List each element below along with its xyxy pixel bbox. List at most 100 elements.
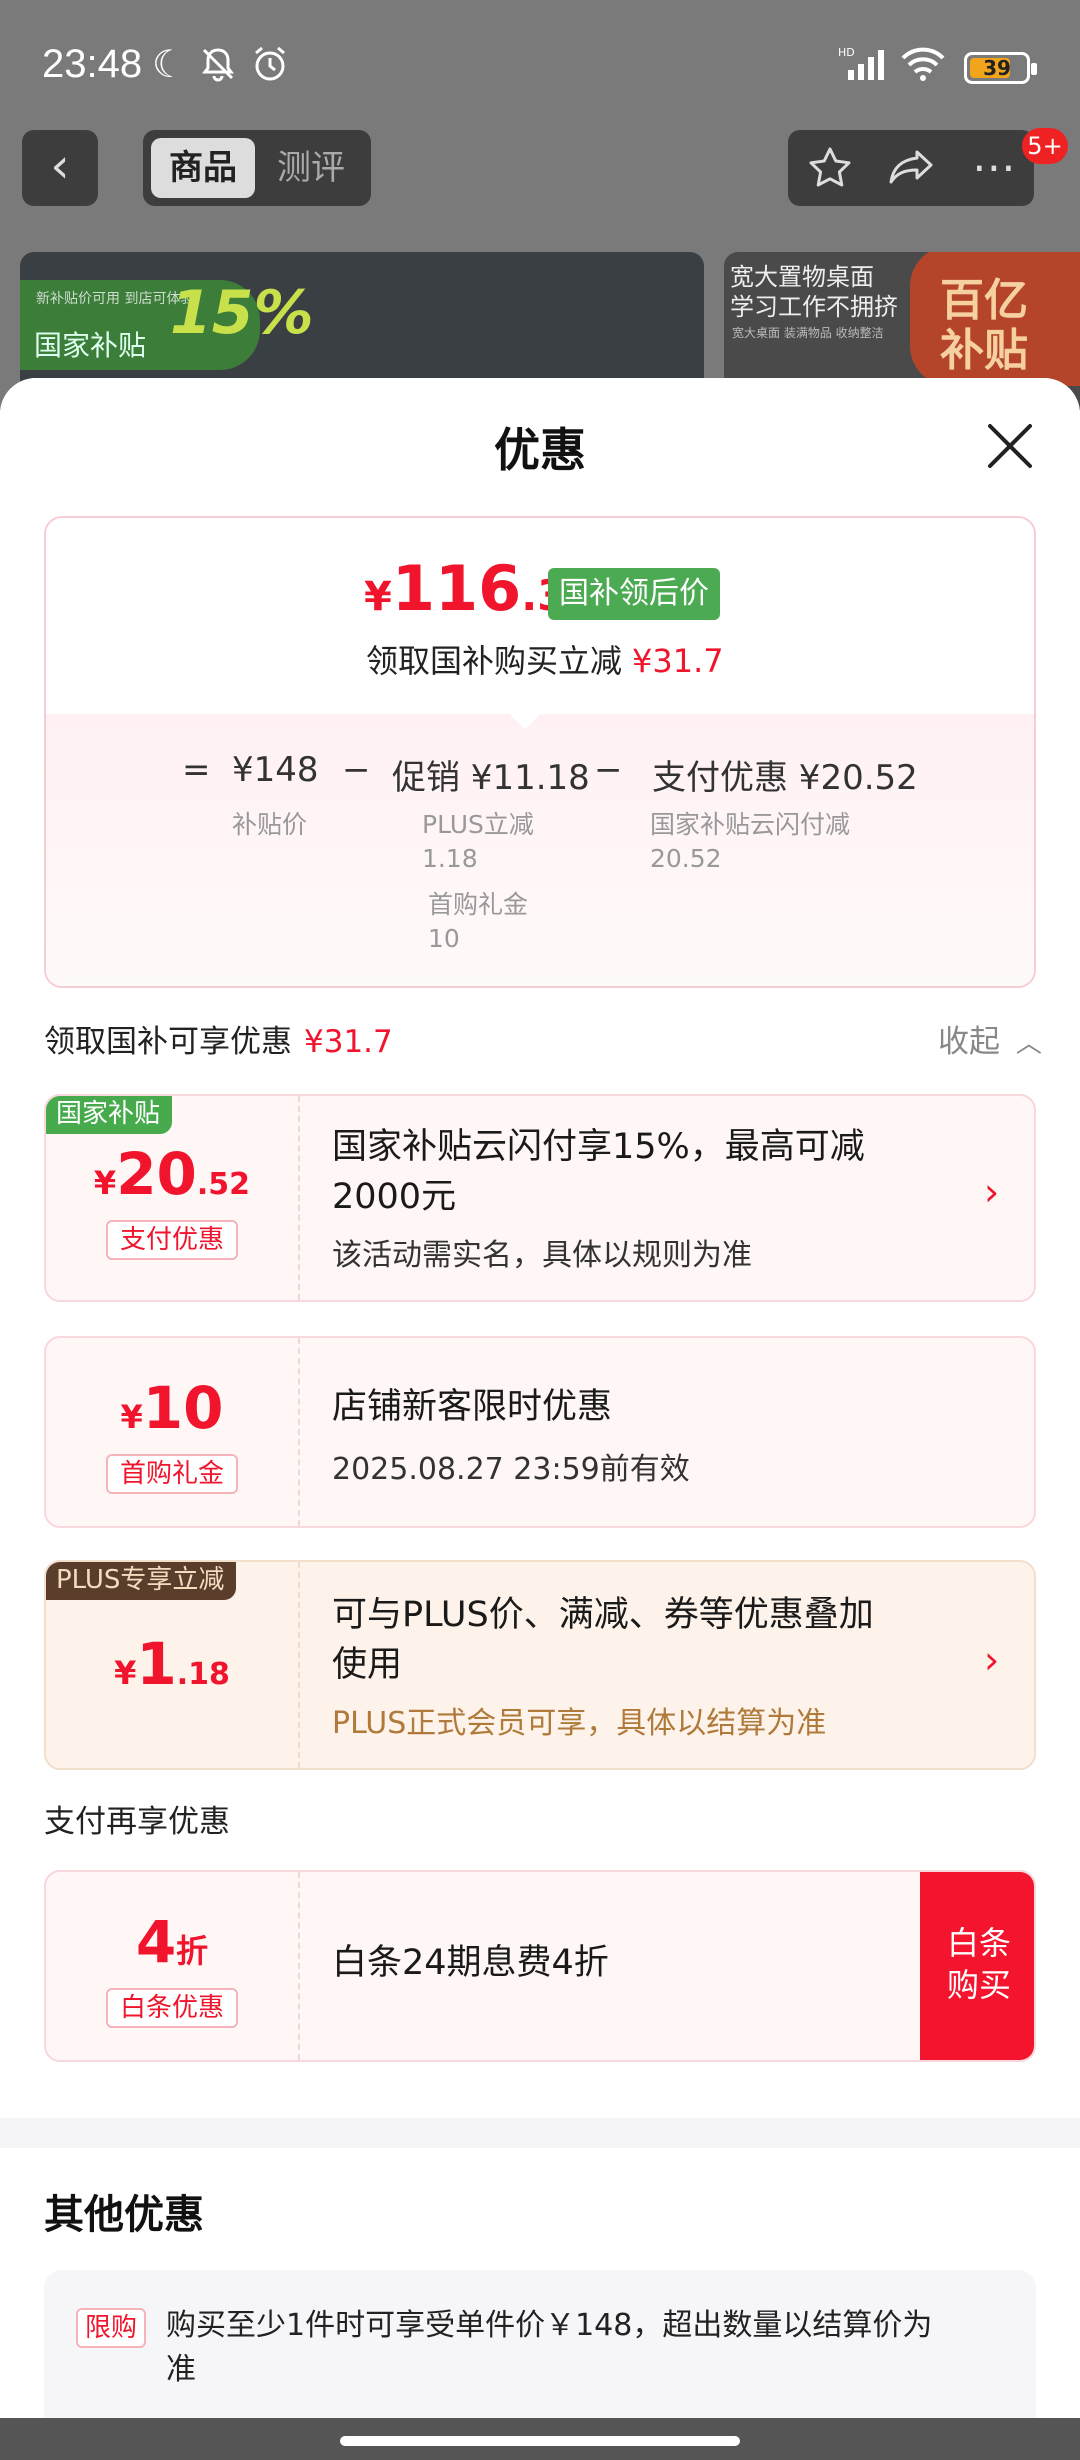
- baitiao-label: 白条优惠: [106, 1988, 238, 2028]
- coupon-label: 支付优惠: [106, 1220, 238, 1260]
- banner-left-percent: 15%: [170, 278, 314, 348]
- coupon-int: 20: [116, 1140, 197, 1208]
- signal-icon: HD: [838, 44, 888, 91]
- coupon-label: 首购礼金: [106, 1454, 238, 1494]
- first-buy-label: 首购礼金: [428, 890, 529, 919]
- minus-sign: −: [594, 750, 623, 790]
- final-price: ¥116.3: [364, 552, 566, 625]
- battery-icon: 39: [964, 52, 1037, 84]
- base-price-label: 补贴价: [232, 810, 308, 839]
- baitiao-title: 白条24期息费4折: [332, 1943, 609, 1983]
- status-time: 23:48: [42, 42, 143, 86]
- moon-icon: ☾: [152, 42, 187, 86]
- tab-group: 商品 测评: [143, 130, 371, 206]
- wifi-icon: [900, 44, 946, 91]
- bell-off-icon: [198, 44, 238, 91]
- sheet-title: 优惠: [494, 423, 586, 477]
- pay-discount: 支付优惠 ¥20.52: [652, 758, 918, 798]
- baitiao-buy-line1: 白条: [946, 1924, 1011, 1962]
- equals-sign: =: [182, 750, 211, 790]
- coupon-amount: ¥10: [46, 1374, 298, 1442]
- baitiao-discount-unit: 折: [176, 1932, 209, 1970]
- save-amount: ¥31.7: [632, 642, 724, 680]
- limit-text: 购买至少1件时可享受单件价￥148，超出数量以结算价为准: [166, 2308, 933, 2387]
- national-subsidy-tag: 国家补贴: [46, 1096, 173, 1134]
- action-group: ⋯: [788, 130, 1034, 206]
- first-buy-value: 10: [428, 924, 460, 953]
- unionpay-discount-value: 20.52: [650, 844, 722, 873]
- billion-subsidy-logo: 百亿补贴: [910, 252, 1080, 386]
- coupon-amount: ¥20.52: [46, 1140, 298, 1208]
- coupon-title: 店铺新客限时优惠: [332, 1387, 613, 1427]
- tab-product[interactable]: 商品: [151, 138, 255, 198]
- alarm-icon: [250, 44, 290, 91]
- baitiao-card[interactable]: 4折 白条优惠 白条24期息费4折 白条 购买: [44, 1870, 1036, 2062]
- other-title: 其他优惠: [44, 2192, 204, 2238]
- section-title-text: 领取国补可享优惠: [44, 1024, 292, 1060]
- discount-sheet: 优惠 ¥116.3 国补领后价 领取国补购买立减 ¥31.7 = ¥148 − 促…: [0, 378, 1080, 2460]
- coupon-title: 可与PLUS价、满减、券等优惠叠加: [332, 1595, 874, 1635]
- final-price-int: 116: [391, 552, 522, 625]
- coupon-currency: ¥: [120, 1398, 143, 1436]
- base-price: ¥148: [232, 750, 319, 790]
- limit-tag: 限购: [76, 2308, 146, 2348]
- plus-discount-label: PLUS立减: [422, 810, 534, 839]
- top-nav: ‹ 商品 测评 ⋯: [0, 130, 1080, 210]
- share-icon[interactable]: [882, 138, 942, 198]
- section-title: 领取国补可享优惠 ¥31.7: [44, 1016, 393, 1061]
- message-count-badge: 5+: [1022, 128, 1068, 164]
- coupon-subtitle: 该活动需实名，具体以规则为准: [332, 1238, 752, 1273]
- pay-section-title: 支付再享优惠: [44, 1804, 230, 1840]
- coupon-title: 国家补贴云闪付享15%，最高可减: [332, 1127, 865, 1167]
- billion-subsidy-text: 百亿补贴: [940, 275, 1028, 376]
- collapse-label: 收起: [938, 1024, 1000, 1060]
- chevron-up-icon: ︿: [1015, 1029, 1042, 1059]
- coupon-subtitle: PLUS正式会员可享，具体以结算为准: [332, 1706, 827, 1741]
- svg-text:HD: HD: [838, 46, 855, 59]
- final-price-currency: ¥: [364, 574, 392, 620]
- save-line: 领取国补购买立减 ¥31.7: [366, 636, 724, 682]
- coupon-subtitle: 2025.08.27 23:59前有效: [332, 1452, 690, 1487]
- favorite-star-icon[interactable]: [800, 138, 860, 198]
- coupon-title-line2: 2000元: [332, 1177, 457, 1217]
- close-icon[interactable]: [986, 422, 1034, 470]
- status-bar: 23:48 ☾ HD 39: [0, 0, 1080, 130]
- baitiao-discount: 4折: [46, 1908, 298, 1976]
- banner-right-line1: 宽大置物桌面: [730, 263, 874, 291]
- coupon-dec: .52: [196, 1167, 251, 1202]
- baitiao-discount-value: 4: [135, 1908, 177, 1976]
- coupon-currency: ¥: [114, 1654, 137, 1692]
- coupon-amount: ¥1.18: [46, 1630, 298, 1698]
- coupon-dec: .18: [176, 1657, 230, 1692]
- unionpay-discount-label: 国家补贴云闪付减: [650, 810, 851, 839]
- promo-price: 促销 ¥11.18: [392, 758, 590, 798]
- chevron-right-icon: ›: [984, 1638, 1000, 1682]
- coupon-int: 1: [136, 1630, 177, 1698]
- subsidy-price-tag: 国补领后价: [548, 568, 720, 620]
- plus-discount-value: 1.18: [422, 844, 478, 873]
- screen: 23:48 ☾ HD 39 ‹ 商品 测评 ⋯ 5+ 新补贴价可用 到店可体验 …: [0, 0, 1080, 2460]
- collapse-button[interactable]: 收起 ︿: [938, 1016, 1042, 1061]
- coupon-title-line2: 使用: [332, 1645, 403, 1685]
- more-icon[interactable]: ⋯: [964, 138, 1024, 198]
- coupon-card-plus[interactable]: PLUS专享立减 ¥1.18 可与PLUS价、满减、券等优惠叠加 使用 PLUS…: [44, 1560, 1036, 1770]
- sheet-main: 优惠 ¥116.3 国补领后价 领取国补购买立减 ¥31.7 = ¥148 − 促…: [0, 378, 1080, 2118]
- coupon-currency: ¥: [93, 1164, 117, 1202]
- battery-level: 39: [983, 56, 1011, 80]
- coupon-card-national-subsidy[interactable]: 国家补贴 ¥20.52 支付优惠 国家补贴云闪付享15%，最高可减 2000元 …: [44, 1094, 1036, 1302]
- coupon-int: 10: [142, 1374, 224, 1442]
- chevron-right-icon: ›: [984, 1170, 1000, 1214]
- back-button[interactable]: ‹: [22, 130, 98, 206]
- baitiao-buy-button[interactable]: 白条 购买: [920, 1872, 1034, 2060]
- price-summary: ¥116.3 国补领后价 领取国补购买立减 ¥31.7 = ¥148 − 促销 ¥…: [44, 516, 1036, 988]
- tab-review[interactable]: 测评: [259, 138, 363, 198]
- section-amount: ¥31.7: [304, 1024, 393, 1060]
- save-text: 领取国补购买立减: [366, 642, 623, 680]
- baitiao-buy-line2: 购买: [946, 1966, 1011, 2004]
- plus-tag: PLUS专享立减: [46, 1562, 237, 1600]
- coupon-card-first-buy[interactable]: ¥10 首购礼金 店铺新客限时优惠 2025.08.27 23:59前有效: [44, 1336, 1036, 1528]
- banner-left-label: 国家补贴: [34, 329, 147, 362]
- banner-right-small: 宽大桌面 装满物品 收纳整洁: [732, 326, 884, 340]
- home-indicator[interactable]: [340, 2436, 740, 2446]
- minus-sign: −: [342, 750, 371, 790]
